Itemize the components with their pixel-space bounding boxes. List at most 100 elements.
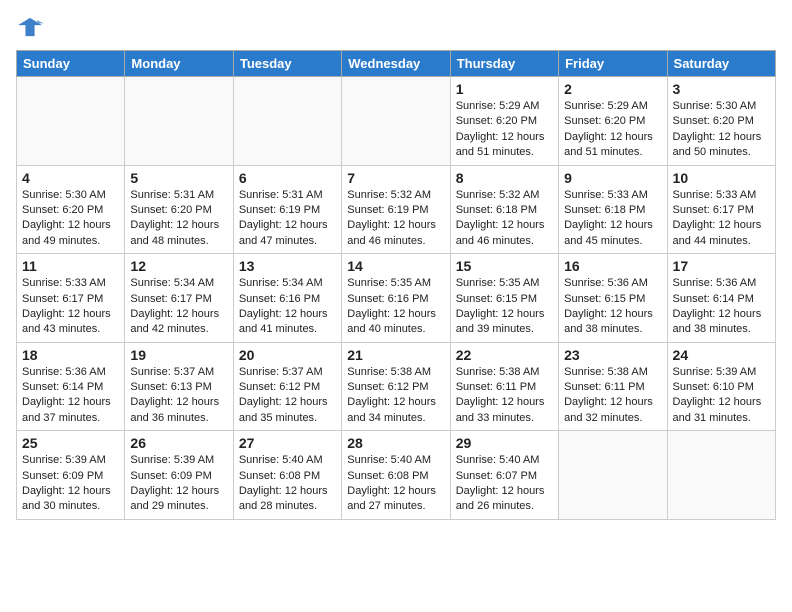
day-info: Sunrise: 5:33 AM Sunset: 6:18 PM Dayligh… [564, 188, 661, 250]
day-header-wednesday: Wednesday [342, 51, 450, 77]
day-number: 19 [130, 347, 227, 363]
calendar-cell: 6 Sunrise: 5:31 AM Sunset: 6:19 PM Daylig… [233, 165, 341, 254]
day-info: Sunrise: 5:30 AM Sunset: 6:20 PM Dayligh… [22, 188, 119, 250]
day-info: Sunrise: 5:36 AM Sunset: 6:15 PM Dayligh… [564, 276, 661, 338]
day-number: 11 [22, 258, 119, 274]
day-number: 14 [347, 258, 444, 274]
day-info: Sunrise: 5:29 AM Sunset: 6:20 PM Dayligh… [564, 99, 661, 161]
calendar-cell: 13Sunrise: 5:34 AM Sunset: 6:16 PM Dayli… [233, 254, 341, 343]
calendar-cell: 16 Sunrise: 5:36 AM Sunset: 6:15 PM Dayli… [559, 254, 667, 343]
day-number: 23 [564, 347, 661, 363]
logo-icon [16, 16, 44, 38]
calendar-header-row: SundayMondayTuesdayWednesdayThursdayFrid… [17, 51, 776, 77]
day-info: Sunrise: 5:35 AM Sunset: 6:16 PM Dayligh… [347, 276, 444, 338]
calendar-cell [667, 431, 775, 520]
day-number: 20 [239, 347, 336, 363]
calendar-cell: 25 Sunrise: 5:39 AM Sunset: 6:09 PM Dayli… [17, 431, 125, 520]
day-info: Sunrise: 5:40 AM Sunset: 6:08 PM Dayligh… [347, 453, 444, 515]
day-number: 16 [564, 258, 661, 274]
calendar-cell: 1Sunrise: 5:29 AM Sunset: 6:20 PM Daylig… [450, 77, 558, 166]
day-info: Sunrise: 5:40 AM Sunset: 6:07 PM Dayligh… [456, 453, 553, 515]
calendar-cell [125, 77, 233, 166]
calendar-cell: 29 Sunrise: 5:40 AM Sunset: 6:07 PM Dayli… [450, 431, 558, 520]
day-info: Sunrise: 5:39 AM Sunset: 6:09 PM Dayligh… [130, 453, 227, 515]
day-number: 17 [673, 258, 770, 274]
day-info: Sunrise: 5:37 AM Sunset: 6:12 PM Dayligh… [239, 365, 336, 427]
day-number: 6 [239, 170, 336, 186]
day-number: 24 [673, 347, 770, 363]
logo [16, 16, 48, 38]
day-number: 22 [456, 347, 553, 363]
day-number: 29 [456, 435, 553, 451]
calendar-cell: 26 Sunrise: 5:39 AM Sunset: 6:09 PM Dayli… [125, 431, 233, 520]
calendar-cell: 7 Sunrise: 5:32 AM Sunset: 6:19 PM Daylig… [342, 165, 450, 254]
calendar-cell: 17 Sunrise: 5:36 AM Sunset: 6:14 PM Dayli… [667, 254, 775, 343]
calendar-cell: 21Sunrise: 5:38 AM Sunset: 6:12 PM Dayli… [342, 342, 450, 431]
week-row-2: 4 Sunrise: 5:30 AM Sunset: 6:20 PM Daylig… [17, 165, 776, 254]
calendar-cell: 11 Sunrise: 5:33 AM Sunset: 6:17 PM Dayli… [17, 254, 125, 343]
day-info: Sunrise: 5:33 AM Sunset: 6:17 PM Dayligh… [673, 188, 770, 250]
calendar-cell: 10 Sunrise: 5:33 AM Sunset: 6:17 PM Dayli… [667, 165, 775, 254]
calendar-cell: 28 Sunrise: 5:40 AM Sunset: 6:08 PM Dayli… [342, 431, 450, 520]
calendar-cell: 8 Sunrise: 5:32 AM Sunset: 6:18 PM Daylig… [450, 165, 558, 254]
calendar-cell: 5 Sunrise: 5:31 AM Sunset: 6:20 PM Daylig… [125, 165, 233, 254]
day-number: 2 [564, 81, 661, 97]
day-info: Sunrise: 5:36 AM Sunset: 6:14 PM Dayligh… [673, 276, 770, 338]
day-info: Sunrise: 5:31 AM Sunset: 6:19 PM Dayligh… [239, 188, 336, 250]
calendar-table: SundayMondayTuesdayWednesdayThursdayFrid… [16, 50, 776, 520]
day-info: Sunrise: 5:32 AM Sunset: 6:19 PM Dayligh… [347, 188, 444, 250]
calendar-cell: 20 Sunrise: 5:37 AM Sunset: 6:12 PM Dayli… [233, 342, 341, 431]
day-header-tuesday: Tuesday [233, 51, 341, 77]
day-number: 5 [130, 170, 227, 186]
week-row-5: 25 Sunrise: 5:39 AM Sunset: 6:09 PM Dayli… [17, 431, 776, 520]
calendar-cell [17, 77, 125, 166]
day-number: 18 [22, 347, 119, 363]
day-number: 25 [22, 435, 119, 451]
week-row-3: 11 Sunrise: 5:33 AM Sunset: 6:17 PM Dayli… [17, 254, 776, 343]
calendar-cell: 3 Sunrise: 5:30 AM Sunset: 6:20 PM Daylig… [667, 77, 775, 166]
day-number: 10 [673, 170, 770, 186]
calendar-cell: 27 Sunrise: 5:40 AM Sunset: 6:08 PM Dayli… [233, 431, 341, 520]
day-number: 27 [239, 435, 336, 451]
calendar-cell: 2 Sunrise: 5:29 AM Sunset: 6:20 PM Daylig… [559, 77, 667, 166]
day-number: 21 [347, 347, 444, 363]
day-info: Sunrise: 5:32 AM Sunset: 6:18 PM Dayligh… [456, 188, 553, 250]
calendar-cell: 4 Sunrise: 5:30 AM Sunset: 6:20 PM Daylig… [17, 165, 125, 254]
day-info: Sunrise: 5:34 AM Sunset: 6:17 PM Dayligh… [130, 276, 227, 338]
calendar-cell: 14 Sunrise: 5:35 AM Sunset: 6:16 PM Dayli… [342, 254, 450, 343]
day-header-sunday: Sunday [17, 51, 125, 77]
day-header-friday: Friday [559, 51, 667, 77]
day-header-monday: Monday [125, 51, 233, 77]
day-info: Sunrise: 5:40 AM Sunset: 6:08 PM Dayligh… [239, 453, 336, 515]
calendar-cell: 19 Sunrise: 5:37 AM Sunset: 6:13 PM Dayli… [125, 342, 233, 431]
day-info: Sunrise: 5:30 AM Sunset: 6:20 PM Dayligh… [673, 99, 770, 161]
calendar-cell: 15Sunrise: 5:35 AM Sunset: 6:15 PM Dayli… [450, 254, 558, 343]
day-number: 4 [22, 170, 119, 186]
calendar-cell [559, 431, 667, 520]
day-number: 9 [564, 170, 661, 186]
day-number: 12 [130, 258, 227, 274]
day-header-thursday: Thursday [450, 51, 558, 77]
day-info: Sunrise: 5:39 AM Sunset: 6:10 PM Dayligh… [673, 365, 770, 427]
day-info: Sunrise: 5:34 AM Sunset: 6:16 PM Dayligh… [239, 276, 336, 338]
day-number: 3 [673, 81, 770, 97]
day-info: Sunrise: 5:35 AM Sunset: 6:15 PM Dayligh… [456, 276, 553, 338]
day-info: Sunrise: 5:29 AM Sunset: 6:20 PM Dayligh… [456, 99, 553, 161]
calendar-cell: 18 Sunrise: 5:36 AM Sunset: 6:14 PM Dayli… [17, 342, 125, 431]
calendar-cell: 9 Sunrise: 5:33 AM Sunset: 6:18 PM Daylig… [559, 165, 667, 254]
day-info: Sunrise: 5:38 AM Sunset: 6:11 PM Dayligh… [564, 365, 661, 427]
calendar-cell [233, 77, 341, 166]
day-number: 26 [130, 435, 227, 451]
day-number: 28 [347, 435, 444, 451]
day-number: 8 [456, 170, 553, 186]
day-number: 7 [347, 170, 444, 186]
day-info: Sunrise: 5:36 AM Sunset: 6:14 PM Dayligh… [22, 365, 119, 427]
day-info: Sunrise: 5:31 AM Sunset: 6:20 PM Dayligh… [130, 188, 227, 250]
day-info: Sunrise: 5:39 AM Sunset: 6:09 PM Dayligh… [22, 453, 119, 515]
day-info: Sunrise: 5:33 AM Sunset: 6:17 PM Dayligh… [22, 276, 119, 338]
calendar-cell: 22Sunrise: 5:38 AM Sunset: 6:11 PM Dayli… [450, 342, 558, 431]
day-info: Sunrise: 5:37 AM Sunset: 6:13 PM Dayligh… [130, 365, 227, 427]
calendar-cell: 24 Sunrise: 5:39 AM Sunset: 6:10 PM Dayli… [667, 342, 775, 431]
week-row-4: 18 Sunrise: 5:36 AM Sunset: 6:14 PM Dayli… [17, 342, 776, 431]
calendar-cell: 23 Sunrise: 5:38 AM Sunset: 6:11 PM Dayli… [559, 342, 667, 431]
